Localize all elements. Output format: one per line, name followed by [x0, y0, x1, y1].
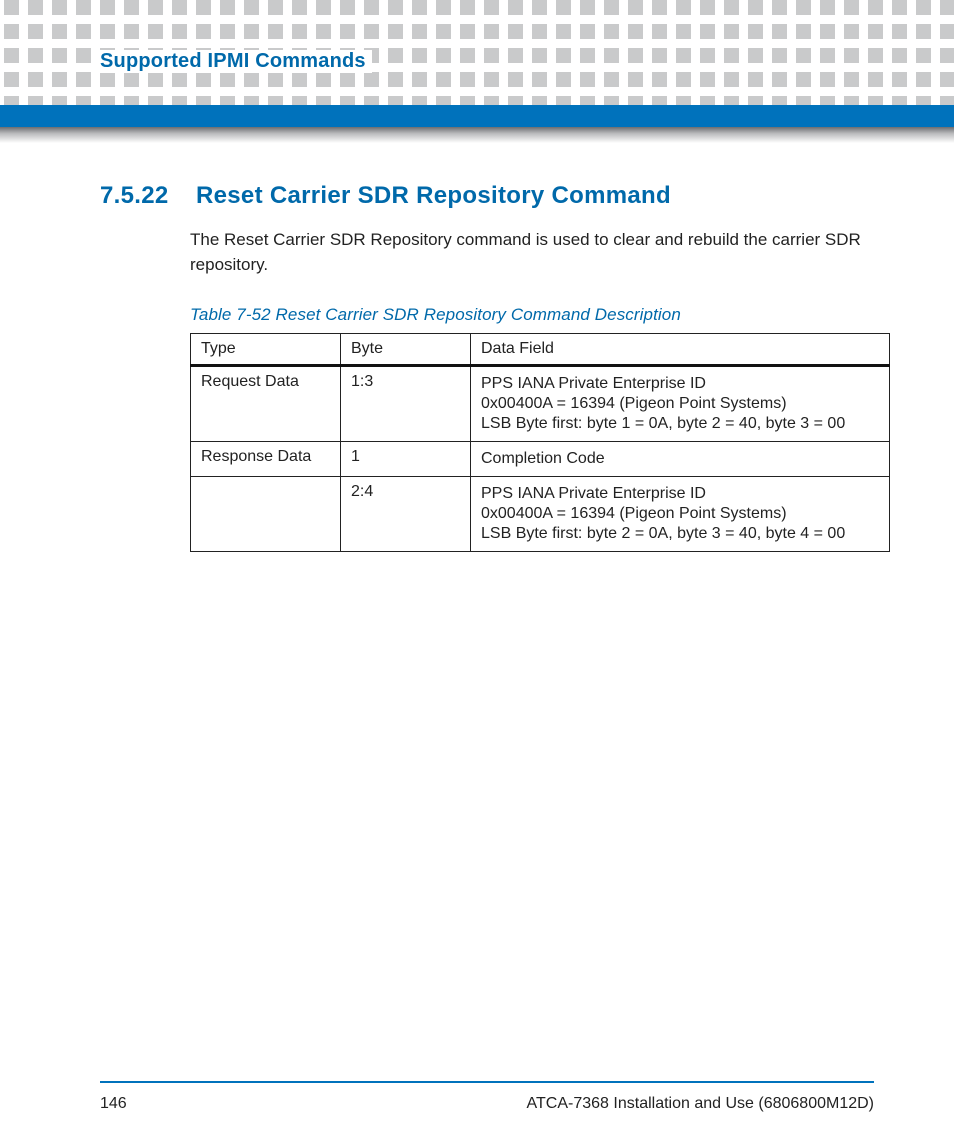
command-description-table: Type Byte Data Field Request Data1:3PPS …	[190, 333, 890, 552]
chapter-title: Supported IPMI Commands	[100, 50, 372, 73]
cell-byte: 1:3	[341, 366, 471, 442]
cell-type: Request Data	[191, 366, 341, 442]
cell-data-field: PPS IANA Private Enterprise ID 0x00400A =…	[471, 366, 890, 442]
header-blue-bar	[0, 105, 954, 127]
table-row: Request Data1:3PPS IANA Private Enterpri…	[191, 366, 890, 442]
table-col-byte: Byte	[341, 334, 471, 366]
table-col-type: Type	[191, 334, 341, 366]
table-caption: Table 7-52 Reset Carrier SDR Repository …	[190, 305, 874, 325]
cell-type: Response Data	[191, 442, 341, 477]
cell-data-field: Completion Code	[471, 442, 890, 477]
cell-data-line: 0x00400A = 16394 (Pigeon Point Systems)	[481, 505, 879, 523]
cell-byte: 1	[341, 442, 471, 477]
doc-reference: ATCA-7368 Installation and Use (6806800M…	[527, 1095, 874, 1113]
section-title: Reset Carrier SDR Repository Command	[196, 182, 671, 210]
header-gradient-bar	[0, 127, 954, 143]
section-heading: 7.5.22 Reset Carrier SDR Repository Comm…	[100, 182, 874, 210]
section-number: 7.5.22	[100, 182, 170, 210]
page-number: 146	[100, 1095, 127, 1113]
cell-data-line: PPS IANA Private Enterprise ID	[481, 375, 879, 393]
cell-data-line: LSB Byte first: byte 2 = 0A, byte 3 = 40…	[481, 525, 879, 543]
footer-rule	[100, 1081, 874, 1083]
cell-data-field: PPS IANA Private Enterprise ID 0x00400A =…	[471, 477, 890, 552]
cell-data-line: 0x00400A = 16394 (Pigeon Point Systems)	[481, 395, 879, 413]
cell-data-line: Completion Code	[481, 450, 879, 468]
table-col-data-field: Data Field	[471, 334, 890, 366]
table-row: Response Data1 Completion Code	[191, 442, 890, 477]
table-header-row: Type Byte Data Field	[191, 334, 890, 366]
page-footer: 146 ATCA-7368 Installation and Use (6806…	[100, 1095, 874, 1113]
cell-byte: 2:4	[341, 477, 471, 552]
cell-data-line: LSB Byte first: byte 1 = 0A, byte 2 = 40…	[481, 415, 879, 433]
cell-type	[191, 477, 341, 552]
table-row: 2:4 PPS IANA Private Enterprise ID 0x00400…	[191, 477, 890, 552]
section-body-text: The Reset Carrier SDR Repository command…	[190, 228, 874, 277]
cell-data-line: PPS IANA Private Enterprise ID	[481, 485, 879, 503]
